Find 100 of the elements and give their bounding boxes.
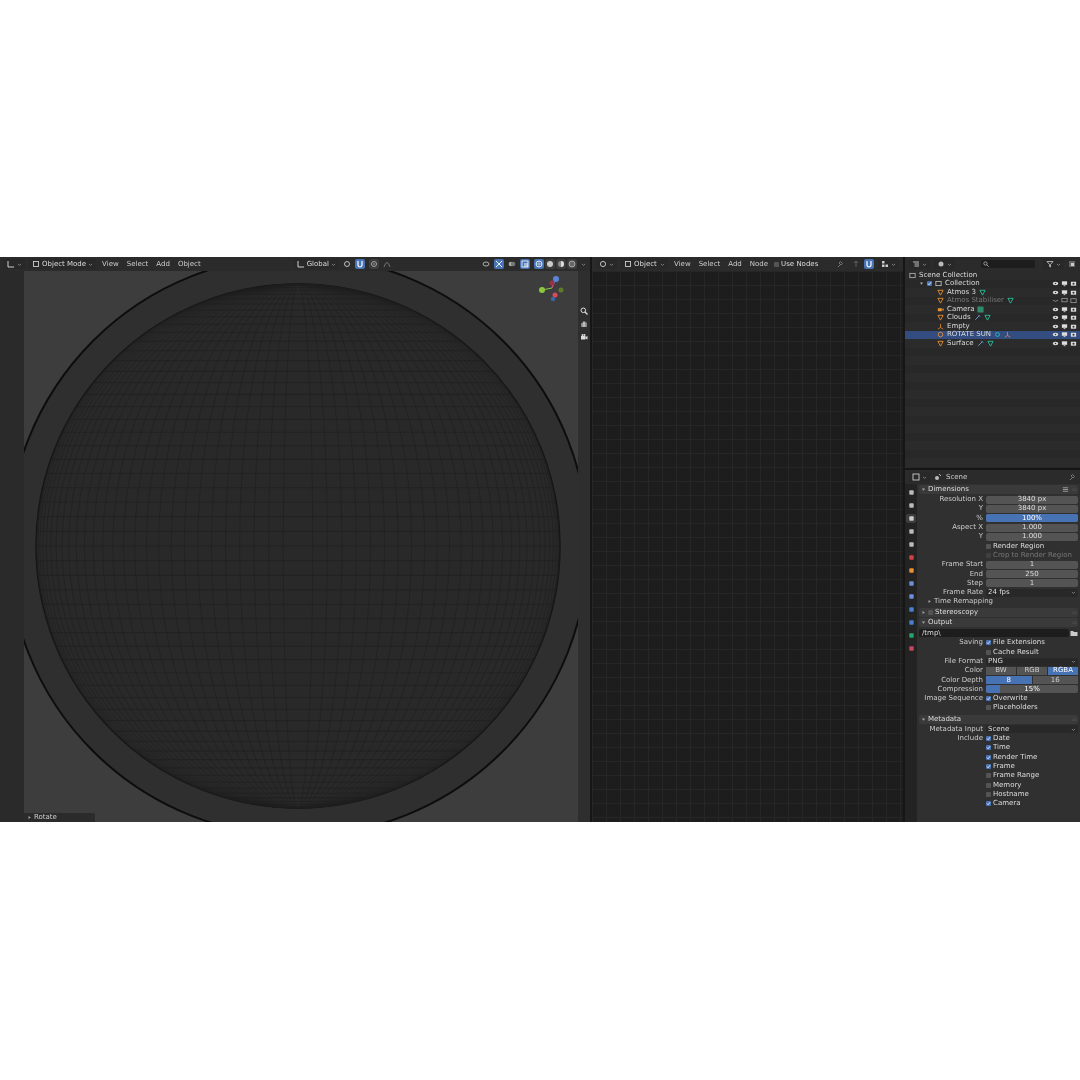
expanded-arrow-icon [921,487,926,492]
proportional-editing-toggle[interactable] [369,259,380,269]
editor-type-dropdown[interactable] [909,472,930,482]
include-checkbox[interactable] [927,281,932,287]
camera-icon[interactable] [1070,339,1077,347]
expanded-arrow-icon[interactable] [919,281,924,287]
caret-icon [922,261,927,267]
caret-icon [922,474,927,480]
caret-icon [609,261,614,267]
caret-icon [17,261,22,267]
grid-icon [881,260,889,268]
xray-toggle[interactable] [520,259,530,269]
monitor-icon[interactable] [1061,331,1068,339]
collection-icon [935,280,942,288]
monitor-icon[interactable] [1061,339,1068,347]
search-icon [982,261,989,267]
mesh-data-icon[interactable] [986,339,994,347]
monitor-icon[interactable] [1061,305,1068,313]
display-mode-dropdown[interactable] [934,259,955,269]
axes-icon [296,260,305,268]
caret-icon [581,261,586,267]
camera-icon[interactable] [1070,331,1077,339]
snap-toggle[interactable] [355,259,366,269]
eye-icon[interactable] [1052,322,1059,330]
caret-icon [1071,659,1076,664]
snap-toggle[interactable] [864,259,874,269]
zoom-icon[interactable] [580,307,588,315]
eye-icon[interactable] [1052,288,1059,296]
checkmark-icon [927,281,932,287]
monitor-icon[interactable] [1061,280,1068,288]
wrench-icon[interactable] [973,314,981,322]
falloff-curve-icon [383,260,392,268]
pivot-icon[interactable] [343,260,352,268]
caret-icon [88,261,94,267]
pin-icon[interactable] [1068,473,1076,481]
eye-icon[interactable] [1052,305,1059,313]
filter-icon [1046,260,1054,268]
overlay-icon[interactable] [508,260,516,268]
eye-icon[interactable] [1052,339,1059,347]
expanded-arrow-icon [921,716,926,722]
arrows-icon [495,260,503,268]
shading-mode-button[interactable] [567,259,577,269]
light-data-icon[interactable] [994,331,1002,339]
caret-icon [660,261,665,267]
mesh-data-icon[interactable] [978,288,986,296]
camera-icon[interactable] [1070,280,1077,288]
shading-mode-button[interactable] [545,259,555,269]
mesh-data-icon[interactable] [983,314,991,322]
magnet-icon [356,260,365,268]
cube-icon [624,260,632,268]
wrench-icon[interactable] [976,339,984,347]
eye-icon[interactable] [482,260,490,268]
pin-icon[interactable] [836,260,844,268]
monitor-icon[interactable] [1061,322,1068,330]
axes-icon [7,260,15,268]
checkmark-icon [986,801,991,807]
sphere-icon [546,260,554,268]
collection-icon [909,271,916,279]
light-icon [937,331,944,339]
empty-icon [937,322,944,330]
sphere-icon [535,260,543,268]
search-field[interactable] [980,260,1035,268]
sphere-icon [568,260,576,268]
constraint-icon[interactable] [1004,331,1012,339]
caret-icon [1056,261,1061,267]
list-icon [912,260,920,268]
collapsed-arrow-icon [27,815,32,820]
caret-icon [1071,726,1076,732]
mesh-icon [937,339,944,347]
new-collection-icon[interactable] [1068,260,1076,268]
checkmark-icon [986,696,991,702]
magnet-icon [865,260,873,268]
properties-icon [912,473,920,481]
shading-mode-button[interactable] [556,259,566,269]
caret-icon [1071,590,1076,596]
camera-icon[interactable] [1070,314,1077,322]
editor-type-dropdown[interactable] [596,259,617,269]
expanded-arrow-icon [921,620,926,626]
monitor-icon[interactable] [1061,314,1068,322]
list-icon[interactable] [1062,486,1069,493]
eye-icon[interactable] [1052,280,1059,288]
camera-icon[interactable] [580,333,588,341]
cube-icon [32,260,40,268]
camera-icon[interactable] [1070,305,1077,313]
editor-type-dropdown[interactable] [4,259,25,269]
circle-dot-icon [370,260,379,268]
snap-target-dropdown[interactable] [878,259,899,269]
eye-icon[interactable] [1052,331,1059,339]
caret-icon [331,261,337,267]
camera-icon [937,305,944,313]
camera-data-icon[interactable] [977,305,985,313]
eye-icon[interactable] [1052,314,1059,322]
gizmo-toggle[interactable] [494,259,504,269]
filter-dropdown[interactable] [1043,259,1064,269]
camera-icon[interactable] [1070,322,1077,330]
caret-icon [947,261,952,267]
mesh-icon [937,314,944,322]
camera-icon[interactable] [1070,288,1077,296]
caret-icon [891,261,896,267]
monitor-icon[interactable] [1061,288,1068,296]
